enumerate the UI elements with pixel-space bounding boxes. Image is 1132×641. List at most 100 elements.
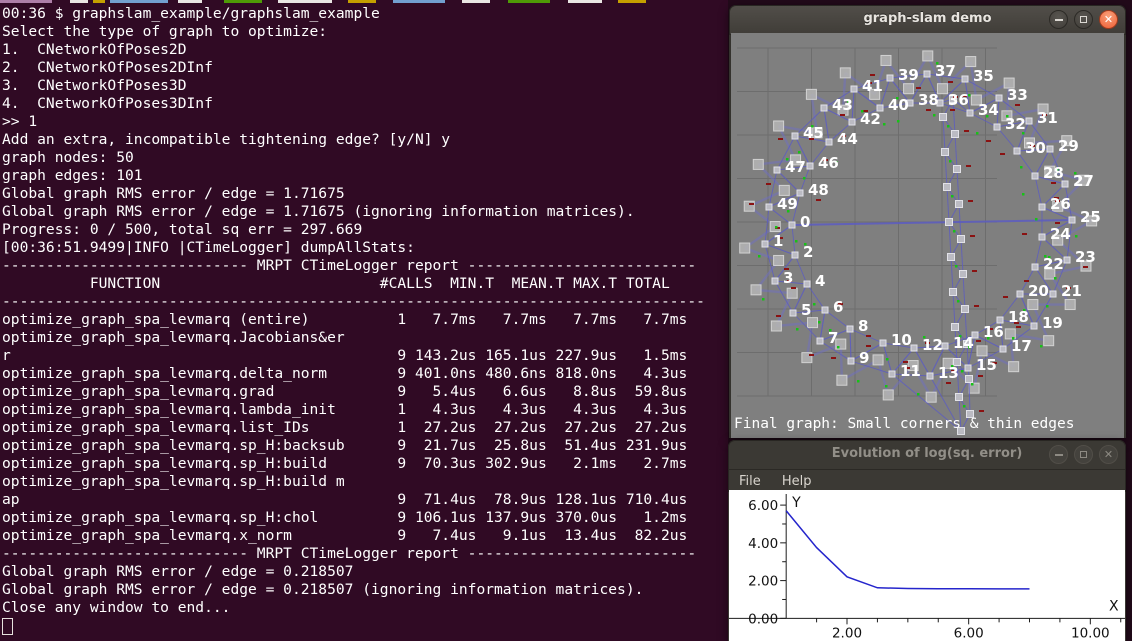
error-plot-window: Evolution of log(sq. error) ✕ File Help … xyxy=(728,440,1126,641)
svg-text:2.00: 2.00 xyxy=(832,625,862,641)
svg-text:22: 22 xyxy=(1043,255,1064,273)
svg-text:12: 12 xyxy=(922,336,943,354)
svg-text:43: 43 xyxy=(832,96,853,114)
svg-text:29: 29 xyxy=(1058,137,1079,155)
svg-text:10: 10 xyxy=(891,331,912,349)
menu-help[interactable]: Help xyxy=(774,471,820,489)
svg-text:26: 26 xyxy=(1050,195,1071,213)
svg-text:18: 18 xyxy=(1008,308,1029,326)
svg-text:39: 39 xyxy=(898,66,919,84)
minimize-button[interactable] xyxy=(1049,445,1068,464)
svg-text:17: 17 xyxy=(1011,337,1032,355)
clipped-text-fragment xyxy=(0,0,52,3)
svg-text:44: 44 xyxy=(837,130,858,148)
close-button[interactable]: ✕ xyxy=(1099,10,1118,29)
tick-labels: 2.00 6.00 10.00 0.00 2.00 4.00 6.00 xyxy=(748,498,1110,641)
plot-menubar: File Help xyxy=(728,470,1126,492)
minimize-icon xyxy=(1055,454,1063,456)
svg-text:Y: Y xyxy=(791,495,801,511)
clipped-text-fragment xyxy=(568,0,602,3)
svg-text:11: 11 xyxy=(900,362,921,380)
close-icon: ✕ xyxy=(1104,449,1113,460)
svg-text:30: 30 xyxy=(1025,139,1046,157)
svg-text:4.00: 4.00 xyxy=(748,536,778,552)
svg-text:X: X xyxy=(1109,598,1119,614)
svg-text:13: 13 xyxy=(938,364,959,382)
desktop: 00:36 $ graphslam_example/graphslam_exam… xyxy=(0,0,1132,641)
clipped-text-fragment xyxy=(70,0,88,3)
svg-text:14: 14 xyxy=(953,334,974,352)
close-icon: ✕ xyxy=(1104,14,1113,25)
svg-text:8: 8 xyxy=(858,317,868,335)
minimize-icon xyxy=(1055,19,1063,21)
svg-text:41: 41 xyxy=(862,77,883,95)
maximize-button[interactable] xyxy=(1074,10,1093,29)
svg-text:38: 38 xyxy=(918,91,939,109)
clipped-text-fragment xyxy=(393,0,445,3)
clipped-text-fragment xyxy=(278,0,332,3)
svg-text:42: 42 xyxy=(860,110,881,128)
clipped-text-fragment xyxy=(618,0,646,3)
slam-3d-viewport[interactable]: 0123456789101112131415161718192021222324… xyxy=(731,33,1124,438)
svg-text:23: 23 xyxy=(1075,248,1096,266)
clipped-text-fragment xyxy=(348,0,376,3)
svg-text:35: 35 xyxy=(973,67,994,85)
svg-text:34: 34 xyxy=(978,101,999,119)
svg-text:28: 28 xyxy=(1043,164,1064,182)
error-curve xyxy=(786,511,1029,589)
svg-text:46: 46 xyxy=(818,154,839,172)
svg-text:7: 7 xyxy=(828,329,838,347)
svg-text:3: 3 xyxy=(783,269,793,287)
svg-text:48: 48 xyxy=(808,181,829,199)
svg-text:15: 15 xyxy=(976,356,997,374)
svg-text:4: 4 xyxy=(815,272,825,290)
svg-text:31: 31 xyxy=(1037,109,1058,127)
svg-text:25: 25 xyxy=(1080,208,1101,226)
svg-text:0: 0 xyxy=(800,213,810,231)
clipped-text-fragment xyxy=(110,0,168,3)
svg-text:21: 21 xyxy=(1061,282,1082,300)
close-button[interactable]: ✕ xyxy=(1099,445,1118,464)
graph-canvas[interactable]: 0123456789101112131415161718192021222324… xyxy=(731,33,1124,438)
legend-line-final: Final graph: Small corners & thin edges xyxy=(734,417,1074,433)
slam-legend: Final graph: Small corners & thin edges … xyxy=(734,386,1074,438)
svg-text:49: 49 xyxy=(777,195,798,213)
terminal-window[interactable]: 00:36 $ graphslam_example/graphslam_exam… xyxy=(0,0,728,641)
minimize-button[interactable] xyxy=(1049,10,1068,29)
svg-text:19: 19 xyxy=(1042,314,1063,332)
plot-canvas-area[interactable]: 2.006.0010.000.002.004.006.00YX xyxy=(729,490,1125,641)
svg-text:37: 37 xyxy=(935,62,956,80)
maximize-icon xyxy=(1080,16,1087,23)
error-chart[interactable]: 2.006.0010.000.002.004.006.00YX xyxy=(729,490,1125,641)
clipped-text-fragment xyxy=(93,0,105,3)
svg-text:2.00: 2.00 xyxy=(748,574,778,590)
svg-text:24: 24 xyxy=(1050,225,1071,243)
svg-text:45: 45 xyxy=(803,124,824,142)
maximize-button[interactable] xyxy=(1074,445,1093,464)
svg-text:0.00: 0.00 xyxy=(748,611,778,627)
clipped-text-fragment xyxy=(462,0,490,3)
maximize-icon xyxy=(1080,451,1087,458)
svg-text:32: 32 xyxy=(1005,115,1026,133)
clipped-text-fragment xyxy=(508,0,550,3)
svg-text:33: 33 xyxy=(1007,86,1028,104)
svg-text:6.00: 6.00 xyxy=(748,498,778,514)
graph-slam-demo-window: graph-slam demo ✕ 0123456789101112131415… xyxy=(729,5,1126,438)
slam-titlebar[interactable]: graph-slam demo ✕ xyxy=(729,5,1126,35)
svg-text:27: 27 xyxy=(1073,172,1094,190)
svg-text:36: 36 xyxy=(948,91,969,109)
svg-text:10.00: 10.00 xyxy=(1071,625,1110,641)
axis-name-labels: YX xyxy=(791,495,1119,614)
svg-text:40: 40 xyxy=(888,96,909,114)
menu-file[interactable]: File xyxy=(731,471,769,489)
svg-text:16: 16 xyxy=(983,323,1004,341)
svg-text:1: 1 xyxy=(773,232,783,250)
svg-text:2: 2 xyxy=(803,243,813,261)
svg-text:47: 47 xyxy=(785,158,806,176)
clipped-text-fragment xyxy=(224,0,262,3)
plot-titlebar[interactable]: Evolution of log(sq. error) ✕ xyxy=(728,440,1126,470)
clipped-text-fragment xyxy=(178,0,202,3)
terminal-cursor xyxy=(2,618,13,635)
svg-text:9: 9 xyxy=(859,349,869,367)
svg-text:6.00: 6.00 xyxy=(954,625,984,641)
